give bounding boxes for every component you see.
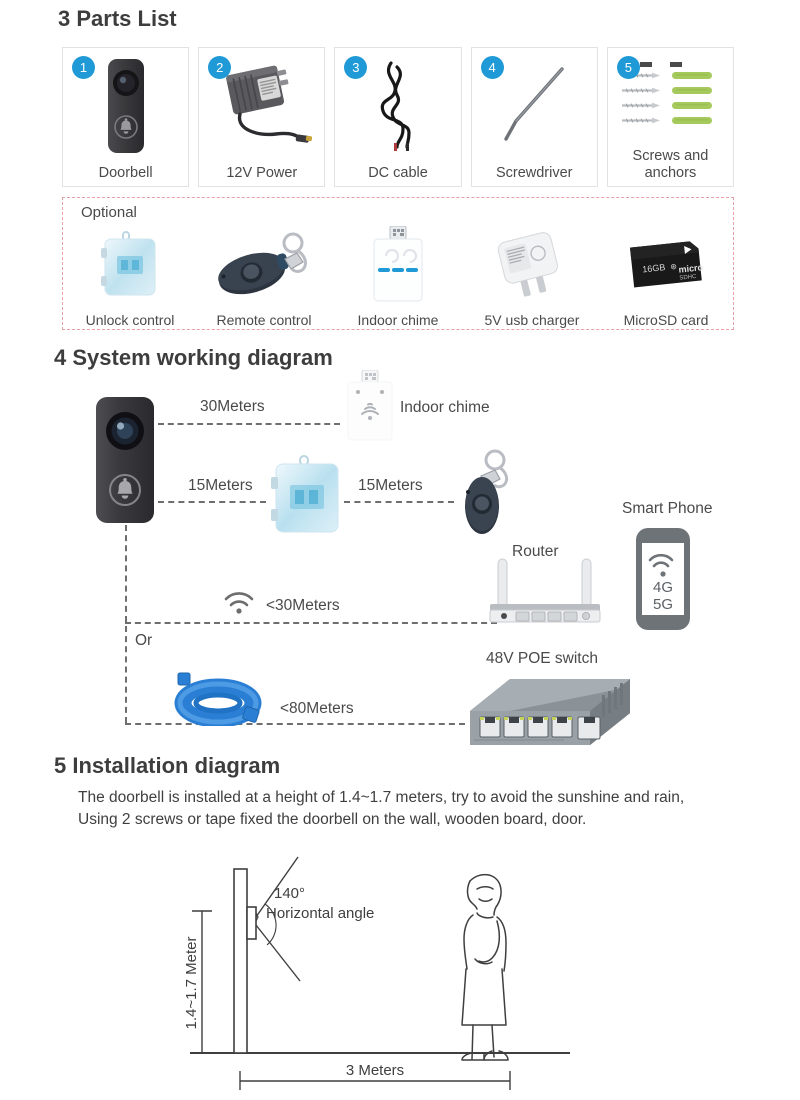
wifi-icon	[222, 588, 256, 616]
label-angle-caption: Horizontal angle	[266, 905, 374, 922]
unlock-control-icon	[63, 218, 197, 312]
label-unlock-distance: 15Meters	[188, 477, 253, 494]
diagram-remote-control-icon	[455, 448, 527, 534]
optional-item-microsd-card[interactable]: 16GB ⊛ micro SDHC MicroSD card	[599, 218, 733, 330]
dashline-doorbell-chime	[158, 423, 340, 425]
section-title-install: Installation diagram	[72, 753, 281, 778]
installation-diagram: 140° Horizontal angle 1.4~1.7 Meter 3 Me…	[170, 855, 590, 1090]
part-card-screwdriver[interactable]: 4 Screwdriver	[470, 47, 598, 187]
page-title-system: 4 System working diagram	[54, 345, 333, 371]
installation-description: The doorbell is installed at a height of…	[78, 789, 685, 828]
system-working-diagram: 30Meters Indoor chime 15Meters 15Meters …	[0, 370, 800, 755]
parts-list-row: 1 Doorbell 2 12V Power 3 DC cable 4 Scre…	[62, 47, 735, 187]
dashline-doorbell-unlock	[158, 501, 266, 503]
section-number-parts: 3	[58, 6, 71, 31]
dashline-unlock-remote	[344, 501, 454, 503]
lan-cable-icon	[170, 670, 266, 726]
optional-accessories-box: Optional Unlock control Remote control I…	[62, 197, 734, 330]
page-title-parts: 3 Parts List	[58, 6, 177, 32]
diagram-unlock-control-icon	[270, 455, 344, 537]
optional-items-row: Unlock control Remote control Indoor chi…	[63, 218, 733, 330]
optional-label-unlock-control: Unlock control	[85, 312, 175, 328]
label-install-height: 1.4~1.7 Meter	[183, 937, 200, 1030]
part-card-doorbell[interactable]: 1 Doorbell	[62, 47, 190, 187]
label-or: Or	[135, 632, 153, 649]
indoor-chime-icon	[331, 218, 465, 312]
optional-item-remote-control[interactable]: Remote control	[197, 218, 331, 330]
section-number-install: 5	[54, 753, 67, 778]
label-indoor-chime: Indoor chime	[400, 399, 490, 416]
part-badge-5: 5	[616, 56, 640, 79]
usb-charger-icon	[465, 218, 599, 312]
optional-item-usb-charger[interactable]: 5V usb charger	[465, 218, 599, 330]
label-lan-distance: <80Meters	[280, 700, 354, 717]
section-number-system: 4	[54, 345, 67, 370]
microsd-card-icon: 16GB ⊛ micro SDHC	[599, 218, 733, 312]
optional-label-remote-control: Remote control	[216, 312, 312, 328]
label-chime-distance: 30Meters	[200, 398, 265, 415]
router-icon	[482, 555, 608, 633]
diagram-indoor-chime-icon	[344, 370, 396, 442]
label-view-angle: 140°	[274, 885, 305, 902]
part-badge-1: 1	[72, 56, 95, 79]
product-manual-page: 3 Parts List 1 Doorbell 2 12V Power 3 DC…	[0, 0, 800, 1100]
part-label-screws-anchors: Screws and anchors	[632, 147, 709, 181]
label-install-distance: 3 Meters	[346, 1062, 404, 1079]
part-label-dc-cable: DC cable	[368, 164, 428, 181]
dashline-doorbell-trunk	[125, 525, 127, 723]
smartphone-icon: 4G 5G	[635, 527, 691, 631]
dashline-wifi-router	[125, 622, 497, 624]
part-card-power[interactable]: 2 12V Power	[198, 47, 326, 187]
phone-label-4g: 4G	[653, 579, 673, 596]
optional-item-indoor-chime[interactable]: Indoor chime	[331, 218, 465, 330]
optional-label-usb-charger: 5V usb charger	[484, 312, 580, 328]
diagram-doorbell-icon	[94, 395, 156, 525]
part-card-screws-anchors[interactable]: 5 Screws and anchors	[606, 47, 735, 187]
section-title-parts: Parts List	[76, 6, 177, 31]
part-label-screwdriver: Screwdriver	[495, 164, 573, 181]
section-title-system: System working diagram	[72, 345, 333, 370]
svg-text:⊛: ⊛	[670, 262, 678, 272]
part-badge-4: 4	[480, 56, 504, 79]
phone-label-5g: 5G	[653, 596, 673, 613]
poe-switch-icon	[452, 673, 637, 755]
label-remote-distance: 15Meters	[358, 477, 423, 494]
label-smart-phone: Smart Phone	[622, 500, 713, 517]
page-title-install: 5 Installation diagram	[54, 753, 280, 779]
label-poe-switch: 48V POE switch	[486, 650, 598, 667]
optional-label-microsd-card: MicroSD card	[623, 312, 709, 328]
label-wifi-distance: <30Meters	[266, 597, 340, 614]
part-label-doorbell: Doorbell	[98, 164, 153, 181]
part-card-dc-cable[interactable]: 3 DC cable	[334, 47, 462, 187]
optional-item-unlock-control[interactable]: Unlock control	[63, 218, 197, 330]
optional-label-indoor-chime: Indoor chime	[357, 312, 439, 328]
remote-control-icon	[197, 218, 331, 312]
part-label-power: 12V Power	[226, 164, 298, 181]
